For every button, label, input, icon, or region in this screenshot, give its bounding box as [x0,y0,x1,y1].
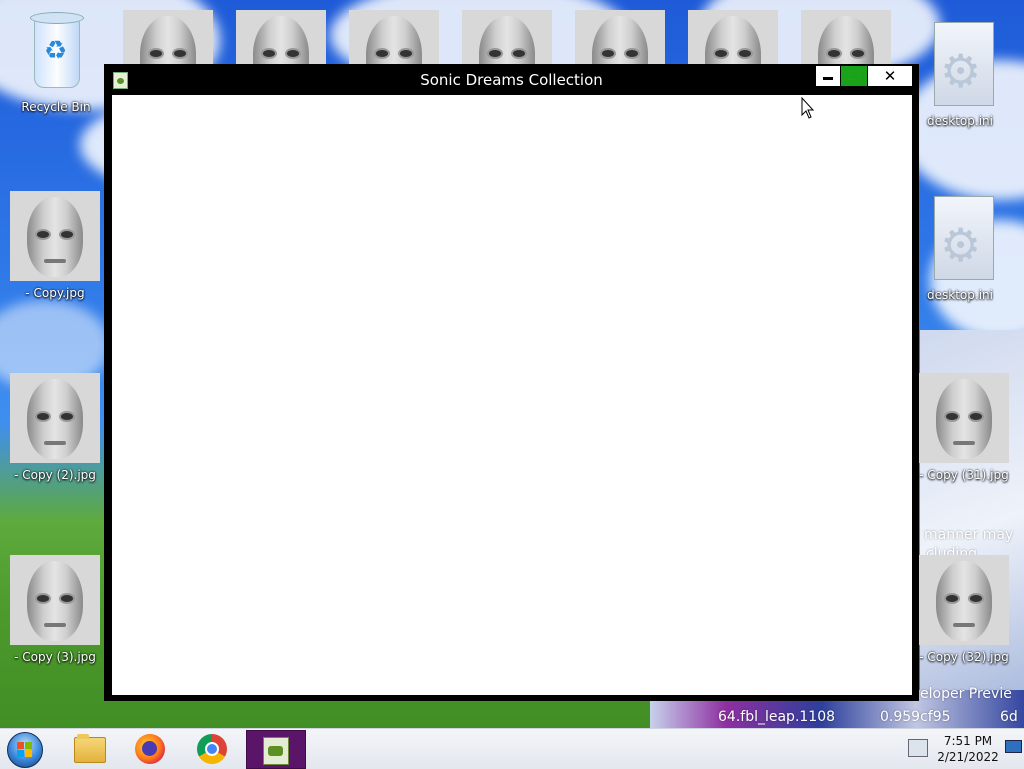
clock-time: 7:51 PM [943,734,993,748]
face-image-icon [10,373,100,463]
close-button[interactable]: ✕ [868,66,912,86]
window-title: Sonic Dreams Collection [420,71,603,89]
desktop-icon-recycle-bin[interactable]: ♻ Recycle Bin [8,6,104,114]
sonic-dreams-collection-icon [263,737,289,765]
minimize-button[interactable] [816,66,840,86]
face-image-icon [236,10,326,66]
recycle-bin-icon: ♻ [26,10,86,88]
wallpaper-text-5: 0.959cf95 [880,709,951,725]
minimize-icon [823,77,833,80]
face-image-icon [688,10,778,66]
taskbar: 7:51 PM 2/21/2022 [0,728,1024,769]
desktop-icon-desktop-ini-1[interactable]: ⚙ desktop.ini [912,22,1008,128]
face-image-icon [349,10,439,66]
desktop-icon-label: desktop.ini [927,114,993,128]
taskbar-clock[interactable]: 7:51 PM 2/21/2022 [934,733,1002,765]
firefox-icon [135,734,165,764]
desktop-icon-label: desktop.ini [927,288,993,302]
desktop-icon-label: Recycle Bin [21,100,91,114]
show-desktop-button[interactable] [1004,739,1022,757]
chrome-icon [197,734,227,764]
app-window: Sonic Dreams Collection ✕ [104,64,919,701]
wallpaper-text-1: manner may [924,527,1014,543]
show-desktop-icon [1005,740,1022,753]
app-content-area[interactable] [112,95,912,695]
clock-date: 2/21/2022 [937,750,999,764]
desktop-icon-top-6[interactable] [685,10,781,71]
desktop-icon-copy-32-jpg[interactable]: - Copy (32).jpg [916,555,1012,664]
wallpaper-text-4: 64.fbl_leap.1108 [718,709,836,725]
desktop-icon-label: - Copy (2).jpg [14,468,96,482]
settings-file-icon: ⚙ [928,196,994,280]
windows-explorer-icon [74,734,106,763]
face-image-icon [575,10,665,66]
face-image-icon [462,10,552,66]
wallpaper-text-3: eloper Previe [920,686,1012,702]
settings-file-icon: ⚙ [928,22,994,106]
face-image-icon [919,555,1009,645]
desktop-icon-label: - Copy.jpg [25,286,85,300]
close-icon: ✕ [883,67,897,85]
desktop-icon-top-2[interactable] [233,10,329,71]
desktop-icon-copy-jpg[interactable]: - Copy.jpg [7,191,103,300]
wallpaper-text-6: 6d [1000,709,1018,725]
windows-logo-icon [7,732,43,768]
maximize-button[interactable] [841,66,867,86]
desktop-icon-top-3[interactable] [346,10,442,71]
network-tray-icon[interactable] [908,739,928,757]
desktop-icon-copy-31-jpg[interactable]: - Copy (31).jpg [916,373,1012,482]
desktop-icon-copy-2-jpg[interactable]: - Copy (2).jpg [7,373,103,482]
desktop-icon-top-7[interactable] [798,10,894,71]
face-image-icon [10,191,100,281]
mouse-cursor-icon [801,97,815,119]
taskbar-chrome-button[interactable] [184,730,242,767]
taskbar-explorer-button[interactable] [60,730,118,767]
desktop-icon-label: - Copy (3).jpg [14,650,96,664]
desktop-icon-copy-3-jpg[interactable]: - Copy (3).jpg [7,555,103,664]
face-image-icon [919,373,1009,463]
title-bar[interactable]: Sonic Dreams Collection ✕ [104,64,919,94]
desktop-icon-desktop-ini-2[interactable]: ⚙ desktop.ini [912,196,1008,302]
desktop-icon-label: - Copy (31).jpg [919,468,1009,482]
desktop-icon-top-1[interactable] [120,10,216,71]
desktop-icon-label: - Copy (32).jpg [919,650,1009,664]
face-image-icon [123,10,213,66]
desktop-icon-top-5[interactable] [572,10,668,71]
taskbar-sonic-dreams-button[interactable] [246,730,306,769]
desktop-icon-top-4[interactable] [459,10,555,71]
face-image-icon [801,10,891,66]
face-image-icon [10,555,100,645]
start-button[interactable] [5,731,47,768]
maximize-icon [849,71,860,80]
taskbar-firefox-button[interactable] [122,730,180,767]
